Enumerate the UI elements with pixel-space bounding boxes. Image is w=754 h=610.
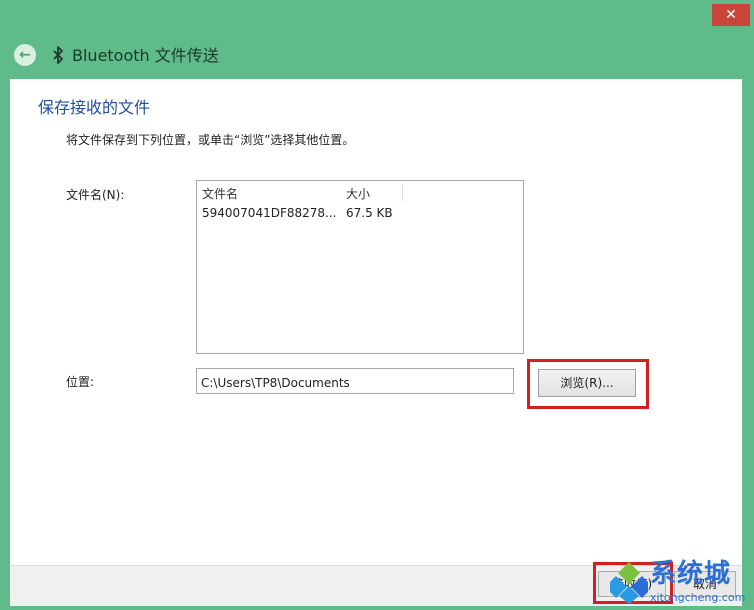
browse-highlight-box	[527, 359, 649, 409]
watermark-logo-icon	[610, 562, 648, 604]
location-input[interactable]	[196, 368, 514, 394]
file-size-cell: 67.5 KB	[346, 206, 393, 220]
back-arrow-icon: ←	[19, 47, 31, 63]
file-name-cell: 594007041DF88278...	[202, 206, 337, 220]
column-header-size[interactable]: 大小	[346, 185, 370, 202]
window-frame: ✕ ← Bluetooth 文件传送 保存接收的文件 将文件保存到下列位置，或单…	[0, 0, 754, 610]
content-panel: 保存接收的文件 将文件保存到下列位置，或单击“浏览”选择其他位置。 文件名(N)…	[10, 79, 742, 565]
close-icon: ✕	[725, 7, 737, 23]
window-title: Bluetooth 文件传送	[72, 46, 219, 65]
bluetooth-icon	[53, 46, 63, 64]
watermark-brand: 系统城	[650, 559, 732, 589]
column-header-name[interactable]: 文件名	[202, 185, 238, 202]
back-button[interactable]: ←	[14, 44, 36, 66]
file-name-label: 文件名(N):	[66, 188, 125, 202]
watermark: 系统城 xitongcheng.com	[610, 558, 750, 608]
watermark-url: xitongcheng.com	[650, 591, 746, 604]
location-label: 位置:	[66, 375, 95, 389]
instruction-text: 将文件保存到下列位置，或单击“浏览”选择其他位置。	[66, 133, 355, 147]
page-heading: 保存接收的文件	[38, 98, 151, 117]
column-divider	[402, 183, 403, 201]
close-button[interactable]: ✕	[712, 4, 750, 26]
file-list[interactable]: 文件名 大小 594007041DF88278... 67.5 KB	[196, 180, 524, 354]
